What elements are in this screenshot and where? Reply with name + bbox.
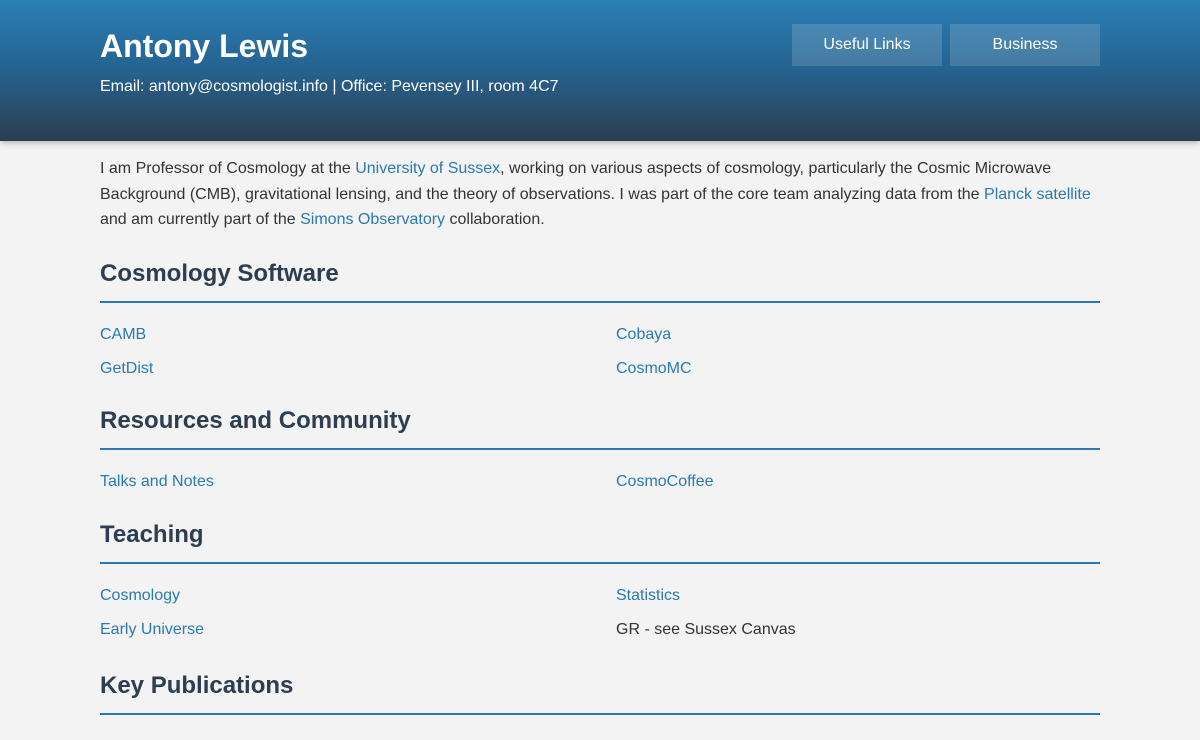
camb-link[interactable]: CAMB: [100, 325, 616, 345]
intro-paragraph: I am Professor of Cosmology at the Unive…: [100, 156, 1100, 233]
cosmocoffee-link[interactable]: CosmoCoffee: [616, 472, 1100, 492]
cosmology-course-link[interactable]: Cosmology: [100, 586, 616, 606]
contact-info: Email: antony@cosmologist.info | Office:…: [100, 78, 559, 95]
useful-links-button[interactable]: Useful Links: [792, 24, 942, 66]
cobaya-link[interactable]: Cobaya: [616, 325, 1100, 345]
statistics-course-link[interactable]: Statistics: [616, 586, 1100, 606]
cosmomc-link[interactable]: CosmoMC: [616, 359, 1100, 379]
business-button[interactable]: Business: [950, 24, 1100, 66]
simons-observatory-link[interactable]: Simons Observatory: [300, 211, 445, 228]
header-inner: Antony Lewis Email: antony@cosmologist.i…: [100, 0, 1100, 141]
top-nav: Useful Links Business: [792, 24, 1100, 66]
section-title-publications: Key Publications: [100, 672, 1100, 715]
software-links: CAMB Cobaya GetDist CosmoMC: [100, 303, 1100, 379]
gr-course-note: GR - see Sussex Canvas: [616, 620, 796, 638]
intro-text-3: and am currently part of the: [100, 211, 301, 228]
getdist-link[interactable]: GetDist: [100, 359, 616, 379]
section-title-teaching: Teaching: [100, 521, 1100, 564]
site-header: Antony Lewis Email: antony@cosmologist.i…: [0, 0, 1200, 141]
talks-and-notes-link[interactable]: Talks and Notes: [100, 472, 616, 492]
main-content: I am Professor of Cosmology at the Unive…: [100, 141, 1100, 715]
teaching-links: Cosmology Statistics Early Universe GR -…: [100, 564, 1100, 640]
intro-text-1: I am Professor of Cosmology at the: [100, 160, 356, 177]
intro-text-4: collaboration.: [445, 211, 545, 228]
early-universe-course-link[interactable]: Early Universe: [100, 620, 616, 640]
page-title: Antony Lewis: [100, 28, 309, 64]
university-of-sussex-link[interactable]: University of Sussex: [355, 160, 500, 177]
section-title-resources: Resources and Community: [100, 407, 1100, 450]
planck-satellite-link[interactable]: Planck satellite: [984, 186, 1091, 203]
resources-links: Talks and Notes CosmoCoffee: [100, 450, 1100, 492]
section-title-software: Cosmology Software: [100, 260, 1100, 303]
